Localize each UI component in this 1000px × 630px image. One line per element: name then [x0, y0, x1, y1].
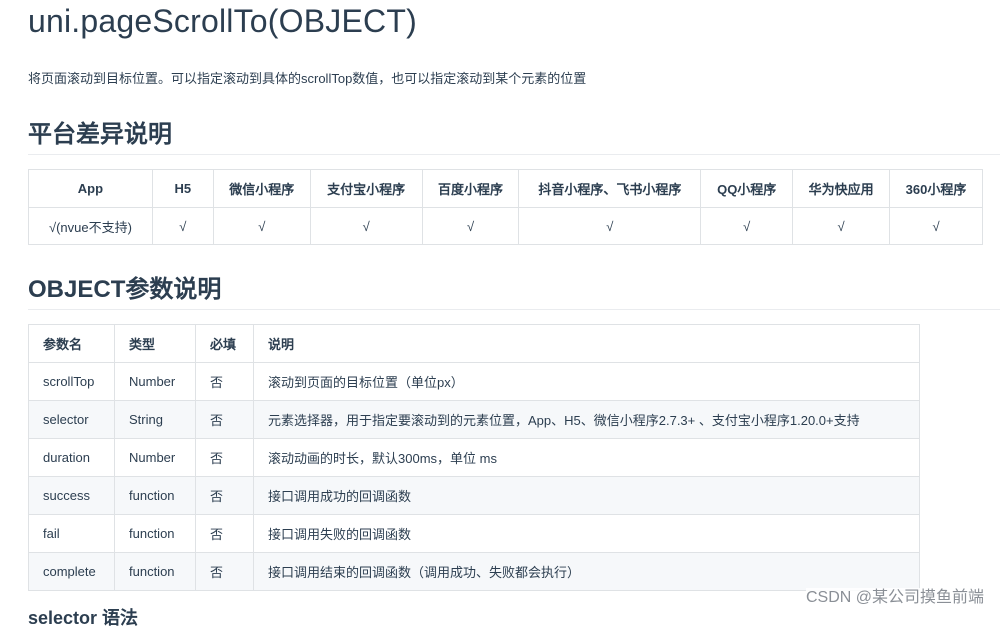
param-name: selector — [28, 400, 115, 439]
platform-cell-qq: √ — [700, 207, 794, 245]
param-required: 否 — [195, 362, 254, 401]
platform-cell-baidu: √ — [421, 207, 520, 245]
heading-divider — [28, 309, 1000, 310]
platform-header-weixin: 微信小程序 — [212, 169, 311, 208]
selector-syntax-heading: selector 语法 — [28, 608, 139, 628]
param-header-description: 说明 — [253, 324, 920, 363]
platform-cell-alipay: √ — [309, 207, 423, 245]
platform-header-alipay: 支付宝小程序 — [309, 169, 423, 208]
param-description: 接口调用失败的回调函数 — [253, 514, 920, 553]
param-required: 否 — [195, 438, 254, 477]
platform-header-douyin-feishu: 抖音小程序、飞书小程序 — [518, 169, 702, 208]
param-name: scrollTop — [28, 362, 115, 401]
csdn-watermark: CSDN @某公司摸鱼前端 — [805, 588, 984, 608]
platform-cell-huawei: √ — [792, 207, 891, 245]
param-type: Number — [114, 362, 196, 401]
table-row: duration Number 否 滚动动画的时长，默认300ms，单位 ms — [28, 438, 920, 477]
platform-header-h5: H5 — [151, 169, 214, 208]
param-description: 滚动动画的时长，默认300ms，单位 ms — [253, 438, 920, 477]
param-name: duration — [28, 438, 115, 477]
param-name: fail — [28, 514, 115, 553]
param-header-name: 参数名 — [28, 324, 115, 363]
table-row: complete function 否 接口调用结束的回调函数（调用成功、失败都… — [28, 552, 920, 591]
platform-header-huawei: 华为快应用 — [792, 169, 891, 208]
param-required: 否 — [195, 552, 254, 591]
param-type: String — [114, 400, 196, 439]
param-description: 接口调用成功的回调函数 — [253, 476, 920, 515]
object-params-heading: OBJECT参数说明 — [28, 276, 222, 303]
platform-header-qq: QQ小程序 — [700, 169, 794, 208]
platform-cell-douyin-feishu: √ — [518, 207, 702, 245]
param-required: 否 — [195, 514, 254, 553]
platform-cell-weixin: √ — [212, 207, 311, 245]
heading-divider — [28, 154, 1000, 155]
table-row: scrollTop Number 否 滚动到页面的目标位置（单位px） — [28, 362, 920, 401]
param-name: success — [28, 476, 115, 515]
table-row: fail function 否 接口调用失败的回调函数 — [28, 514, 920, 553]
param-description: 元素选择器，用于指定要滚动到的元素位置，App、H5、微信小程序2.7.3+ 、… — [253, 400, 920, 439]
param-type: function — [114, 552, 196, 591]
platform-header-360: 360小程序 — [889, 169, 983, 208]
platform-differences-table: App H5 微信小程序 支付宝小程序 百度小程序 抖音小程序、飞书小程序 QQ… — [28, 169, 983, 245]
platform-header-app: App — [28, 169, 153, 208]
param-description: 滚动到页面的目标位置（单位px） — [253, 362, 920, 401]
table-row: √(nvue不支持) √ √ √ √ √ √ √ √ — [28, 207, 983, 245]
table-header-row: 参数名 类型 必填 说明 — [28, 324, 920, 363]
table-row: success function 否 接口调用成功的回调函数 — [28, 476, 920, 515]
platform-cell-360: √ — [889, 207, 983, 245]
param-required: 否 — [195, 400, 254, 439]
param-description: 接口调用结束的回调函数（调用成功、失败都会执行） — [253, 552, 920, 591]
table-row: selector String 否 元素选择器，用于指定要滚动到的元素位置，Ap… — [28, 400, 920, 439]
platform-differences-heading: 平台差异说明 — [28, 121, 172, 148]
param-name: complete — [28, 552, 115, 591]
param-type: function — [114, 476, 196, 515]
platform-cell-h5: √ — [151, 207, 214, 245]
table-header-row: App H5 微信小程序 支付宝小程序 百度小程序 抖音小程序、飞书小程序 QQ… — [28, 169, 983, 208]
param-header-required: 必填 — [195, 324, 254, 363]
param-type: Number — [114, 438, 196, 477]
platform-cell-app: √(nvue不支持) — [28, 207, 153, 245]
param-type: function — [114, 514, 196, 553]
param-header-type: 类型 — [114, 324, 196, 363]
param-required: 否 — [195, 476, 254, 515]
page-description: 将页面滚动到目标位置。可以指定滚动到具体的scrollTop数值，也可以指定滚动… — [28, 71, 587, 86]
platform-header-baidu: 百度小程序 — [421, 169, 520, 208]
object-params-table: 参数名 类型 必填 说明 scrollTop Number 否 滚动到页面的目标… — [28, 324, 920, 591]
page-title: uni.pageScrollTo(OBJECT) — [28, 3, 417, 39]
